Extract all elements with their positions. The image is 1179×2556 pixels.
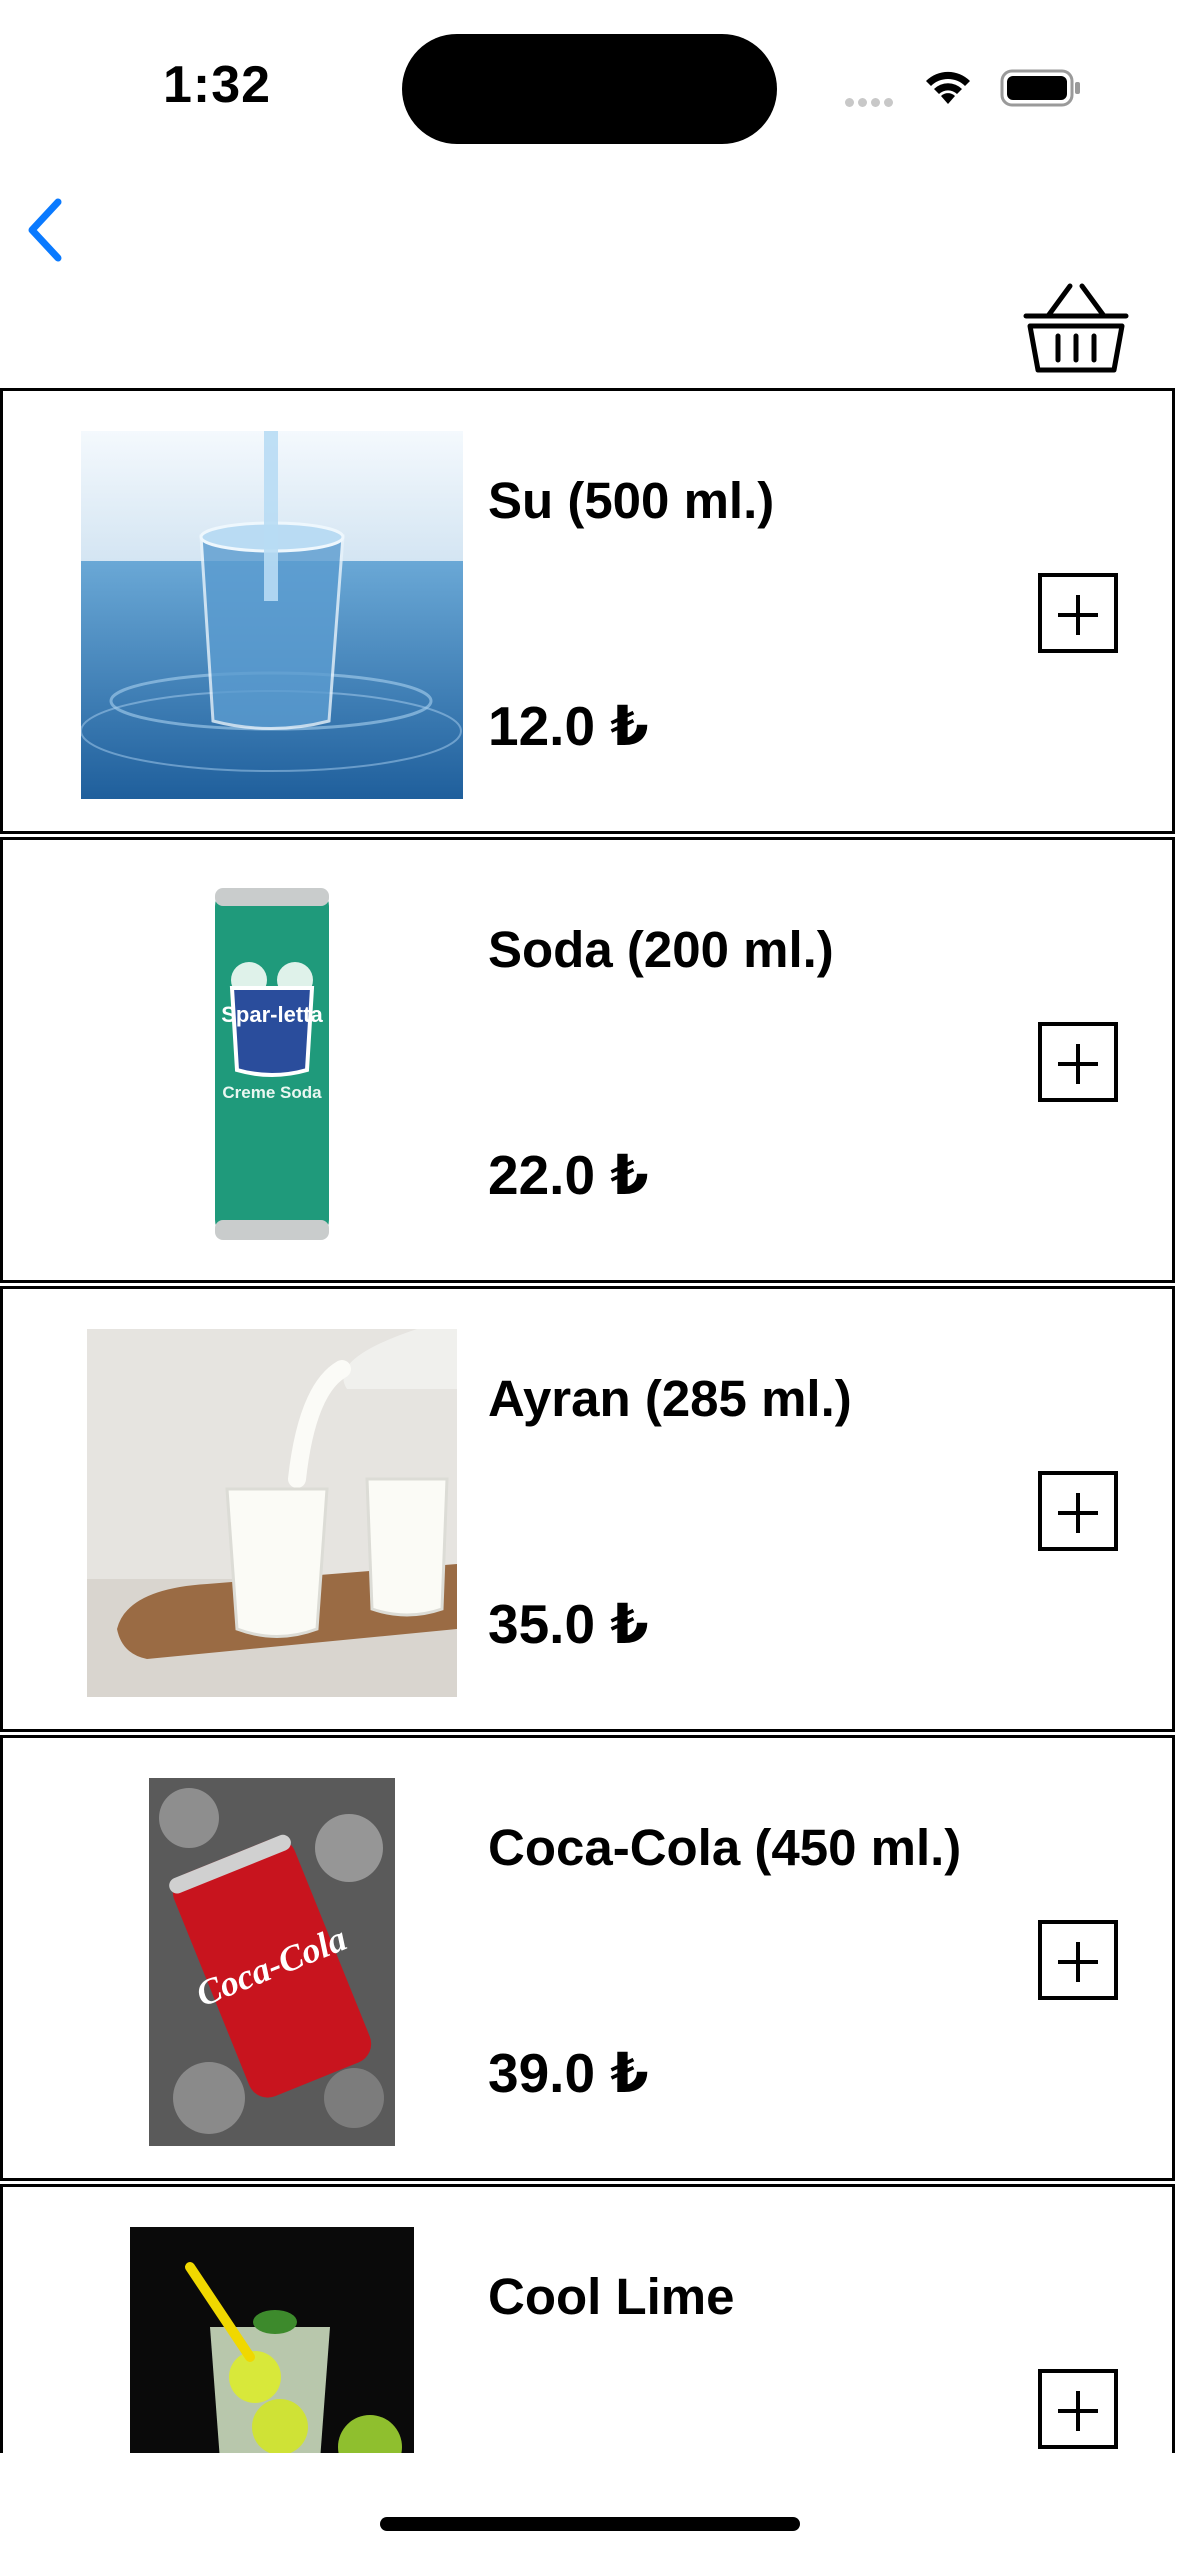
product-list[interactable]: Su (500 ml.) 12.0 ₺ Spar-letta Creme Sod… [0, 388, 1179, 2453]
battery-icon [1000, 69, 1080, 107]
can-brand-text: Spar-letta [221, 1002, 323, 1027]
product-image [130, 2227, 414, 2453]
product-name: Soda (200 ml.) [488, 921, 834, 978]
product-price: 35.0 ₺ [488, 1593, 649, 1655]
product-price: 22.0 ₺ [488, 1144, 649, 1206]
product-card-cool-lime[interactable]: Cool Lime [0, 2184, 1175, 2453]
add-to-cart-button[interactable] [1038, 1920, 1118, 2000]
product-price: 39.0 ₺ [488, 2042, 649, 2104]
add-to-cart-button[interactable] [1038, 1471, 1118, 1551]
status-time: 1:32 [163, 56, 272, 114]
product-price: 12.0 ₺ [488, 695, 649, 757]
cellular-signal-icon [845, 94, 897, 112]
add-to-cart-button[interactable] [1038, 573, 1118, 653]
back-chevron-icon[interactable] [18, 190, 78, 270]
product-name: Su (500 ml.) [488, 472, 775, 529]
status-bar: 1:32 [0, 0, 1179, 170]
product-name: Ayran (285 ml.) [488, 1370, 852, 1427]
product-card-soda[interactable]: Spar-letta Creme Soda Soda (200 ml.) 22.… [0, 837, 1175, 1283]
product-name: Cool Lime [488, 2268, 735, 2325]
add-to-cart-button[interactable] [1038, 1022, 1118, 1102]
product-card-coca-cola[interactable]: Coca-Cola Coca-Cola (450 ml.) 39.0 ₺ [0, 1735, 1175, 2181]
product-image [87, 1329, 457, 1697]
dynamic-island [402, 34, 777, 144]
can-flavor-text: Creme Soda [222, 1083, 322, 1102]
add-to-cart-button[interactable] [1038, 2369, 1118, 2449]
product-name: Coca-Cola (450 ml.) [488, 1819, 962, 1876]
product-card-su[interactable]: Su (500 ml.) 12.0 ₺ [0, 388, 1175, 834]
product-image [81, 431, 463, 799]
basket-icon[interactable] [1020, 278, 1132, 378]
wifi-icon [926, 71, 970, 104]
product-image: Spar-letta Creme Soda [197, 880, 347, 1248]
home-indicator[interactable] [380, 2517, 800, 2531]
product-card-ayran[interactable]: Ayran (285 ml.) 35.0 ₺ [0, 1286, 1175, 1732]
product-image: Coca-Cola [149, 1778, 395, 2146]
